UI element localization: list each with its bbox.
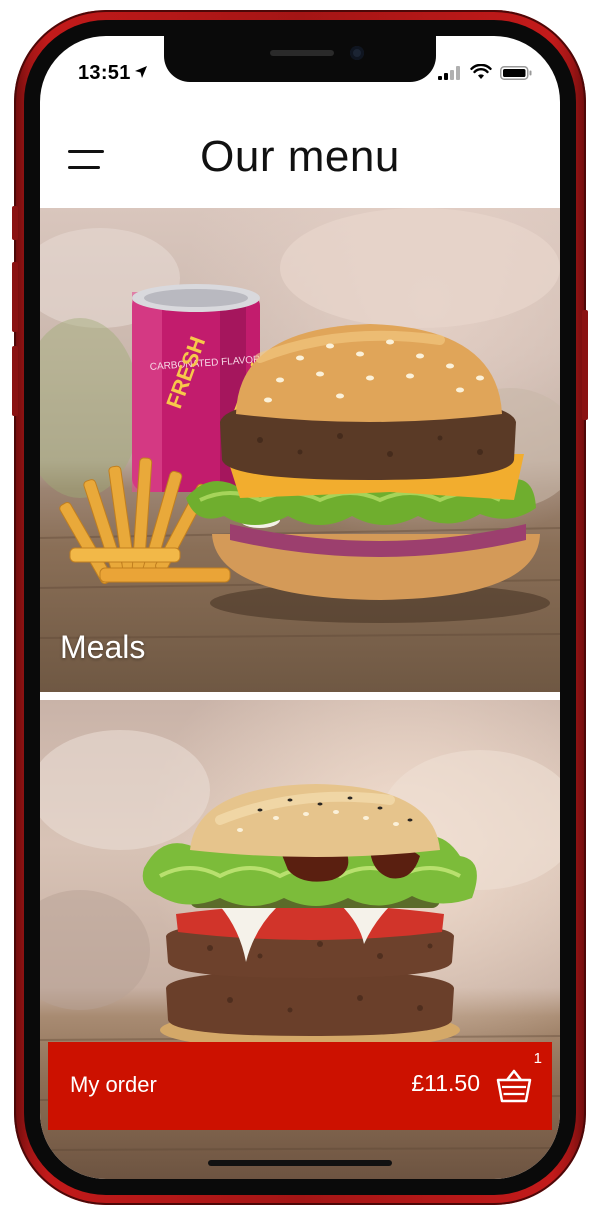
category-label-meals: Meals [60, 629, 146, 665]
power-button [582, 310, 588, 420]
location-arrow-icon [135, 66, 147, 78]
volume-down-button [12, 346, 18, 416]
wifi-icon [470, 64, 492, 79]
order-label: My order [70, 1072, 157, 1097]
status-time: 13:51 [78, 62, 131, 84]
volume-up-button [12, 262, 18, 332]
card-divider [40, 692, 560, 700]
meal-photo: CARBONATED FLAVOR SOFT DRINK FRESH BERRY [40, 208, 560, 639]
mute-switch [12, 206, 18, 240]
app-screen: 13:51 Our menu CARBONATED FLAVOR SOFT DR… [40, 36, 560, 1179]
battery-icon [500, 66, 532, 80]
basket-icon[interactable] [494, 1066, 534, 1106]
order-total: £11.50 [411, 1070, 480, 1096]
home-indicator[interactable] [208, 1160, 392, 1166]
device-mockup: 13:51 Our menu CARBONATED FLAVOR SOFT DR… [0, 0, 600, 1215]
earpiece-speaker [270, 50, 334, 56]
basket-count-badge: 1 [533, 1050, 542, 1067]
category-card-meals[interactable]: CARBONATED FLAVOR SOFT DRINK FRESH BERRY [40, 208, 560, 692]
notch [164, 36, 436, 82]
app-header: Our menu [40, 102, 560, 208]
my-order-bar[interactable]: My order £11.50 1 [48, 1042, 552, 1130]
front-camera [350, 46, 364, 60]
cellular-signal-icon [438, 66, 460, 80]
page-title: Our menu [200, 132, 400, 181]
